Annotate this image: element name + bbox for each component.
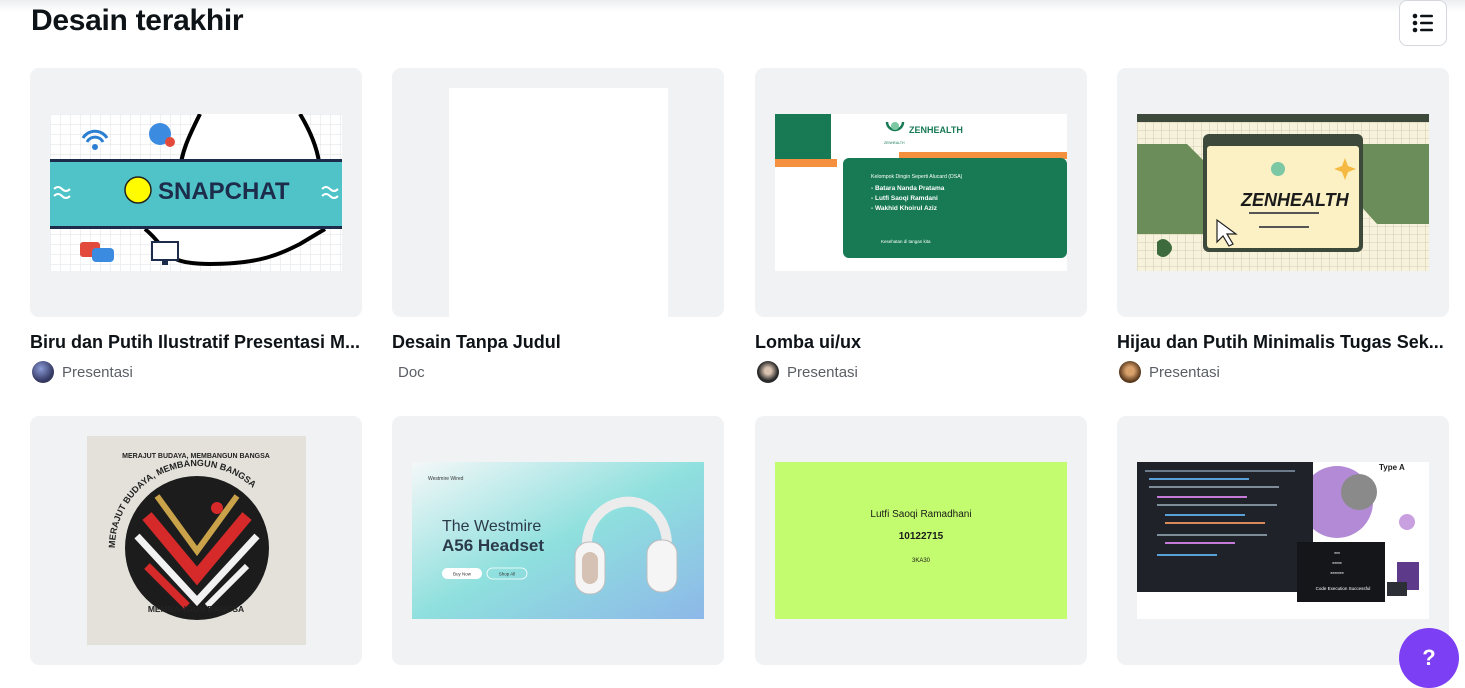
slide-text: A56 Headset bbox=[442, 536, 544, 555]
slide-text: The Westmire bbox=[442, 518, 541, 535]
code-slide-preview: Type A *** ***** ******* Code Execution … bbox=[1137, 462, 1429, 619]
slide-text: ZENHEALTH bbox=[909, 125, 963, 135]
slide-text: ZENHEALTH bbox=[884, 141, 905, 145]
design-card[interactable]: Lutfi Saoqi Ramadhani 10122715 3KA30 bbox=[755, 416, 1087, 665]
list-view-button[interactable] bbox=[1399, 0, 1447, 46]
design-card[interactable]: ZENHEALTH ZENHEALTH Kelompok Dingin Sepe… bbox=[755, 68, 1087, 383]
design-thumbnail[interactable]: SNAPCHAT bbox=[30, 68, 362, 317]
avatar bbox=[757, 361, 779, 383]
slide-text: Shop All bbox=[499, 572, 516, 577]
slide-text: Buy Now bbox=[453, 572, 472, 577]
slide-text: Kelompok Dingin Seperti Alucard (DSA) bbox=[871, 174, 963, 180]
merajut-budaya-preview: MERAJUT BUDAYA, MEMBANGUN BANGSA MERAJUT… bbox=[87, 436, 306, 645]
westmire-headset-preview: Westmire Wired The Westmire A56 Headset … bbox=[412, 462, 704, 619]
snapchat-slide-preview: SNAPCHAT bbox=[50, 114, 342, 271]
design-name[interactable]: Desain Tanpa Judul bbox=[392, 332, 724, 353]
slide-text: 3KA30 bbox=[912, 558, 931, 564]
slide-text: ***** bbox=[1332, 562, 1342, 568]
slide-text: Lutfi Saoqi Ramadhani bbox=[870, 509, 971, 520]
avatar bbox=[32, 361, 54, 383]
slide-text: 10122715 bbox=[899, 531, 944, 542]
design-card[interactable]: Type A *** ***** ******* Code Execution … bbox=[1117, 416, 1449, 665]
design-card[interactable]: MERAJUT BUDAYA, MEMBANGUN BANGSA MERAJUT… bbox=[30, 416, 362, 665]
design-name[interactable]: Biru dan Putih Ilustratif Presentasi M..… bbox=[30, 332, 362, 353]
design-thumbnail[interactable]: MERAJUT BUDAYA, MEMBANGUN BANGSA MERAJUT… bbox=[30, 416, 362, 665]
design-card[interactable]: ZENHEALTH Hijau dan Putih Minimalis Tuga… bbox=[1117, 68, 1449, 383]
design-card[interactable]: Desain Tanpa Judul Doc bbox=[392, 68, 724, 381]
lime-slide-preview: Lutfi Saoqi Ramadhani 10122715 3KA30 bbox=[775, 462, 1067, 619]
slide-text: ZENHEALTH bbox=[1240, 190, 1350, 210]
design-thumbnail[interactable]: ZENHEALTH bbox=[1117, 68, 1449, 317]
slide-text: ******* bbox=[1330, 572, 1344, 578]
design-thumbnail[interactable] bbox=[392, 68, 724, 317]
list-view-icon bbox=[1412, 13, 1433, 33]
design-type: Doc bbox=[398, 363, 425, 381]
slide-text: Westmire Wired bbox=[428, 476, 464, 482]
slide-text: *** bbox=[1334, 552, 1340, 558]
blank-doc-preview bbox=[449, 88, 668, 317]
design-name[interactable]: Hijau dan Putih Minimalis Tugas Sek... bbox=[1117, 332, 1449, 353]
slide-text: Kesehatan di tangan kita bbox=[881, 239, 931, 244]
design-card[interactable]: Westmire Wired The Westmire A56 Headset … bbox=[392, 416, 724, 665]
design-thumbnail[interactable]: ZENHEALTH ZENHEALTH Kelompok Dingin Sepe… bbox=[755, 68, 1087, 317]
design-meta: Presentasi bbox=[1119, 360, 1220, 384]
slide-text: Code Execution Successful bbox=[1316, 586, 1371, 591]
slide-text: - Lutfi Saoqi Ramdani bbox=[871, 195, 938, 202]
zenhealth-slide-preview: ZENHEALTH ZENHEALTH Kelompok Dingin Sepe… bbox=[775, 114, 1067, 271]
slide-text: Type A bbox=[1379, 463, 1405, 472]
design-card[interactable]: SNAPCHAT Biru dan Putih Ilustratif Prese… bbox=[30, 68, 362, 383]
slide-text: - Batara Nanda Pratama bbox=[871, 185, 945, 192]
design-meta: Presentasi bbox=[32, 360, 133, 384]
design-type: Presentasi bbox=[787, 363, 858, 381]
slide-text: SNAPCHAT bbox=[158, 178, 290, 205]
help-button[interactable]: ? bbox=[1399, 628, 1459, 688]
section-title: Desain terakhir bbox=[31, 4, 244, 37]
design-thumbnail[interactable]: Westmire Wired The Westmire A56 Headset … bbox=[392, 416, 724, 665]
design-thumbnail[interactable]: Type A *** ***** ******* Code Execution … bbox=[1117, 416, 1449, 665]
design-type: Presentasi bbox=[62, 363, 133, 381]
design-thumbnail[interactable]: Lutfi Saoqi Ramadhani 10122715 3KA30 bbox=[755, 416, 1087, 665]
design-meta: Presentasi bbox=[757, 360, 858, 384]
help-icon: ? bbox=[1422, 645, 1436, 670]
avatar bbox=[1119, 361, 1141, 383]
zenhealth-green-slide-preview: ZENHEALTH bbox=[1137, 114, 1429, 271]
slide-text: - Wakhid Khoirul Aziz bbox=[871, 205, 938, 212]
design-name[interactable]: Lomba ui/ux bbox=[755, 332, 1087, 353]
slide-text: MEMBANGUN BANGSA bbox=[148, 604, 244, 614]
design-type: Presentasi bbox=[1149, 363, 1220, 381]
design-meta: Doc bbox=[394, 360, 425, 384]
